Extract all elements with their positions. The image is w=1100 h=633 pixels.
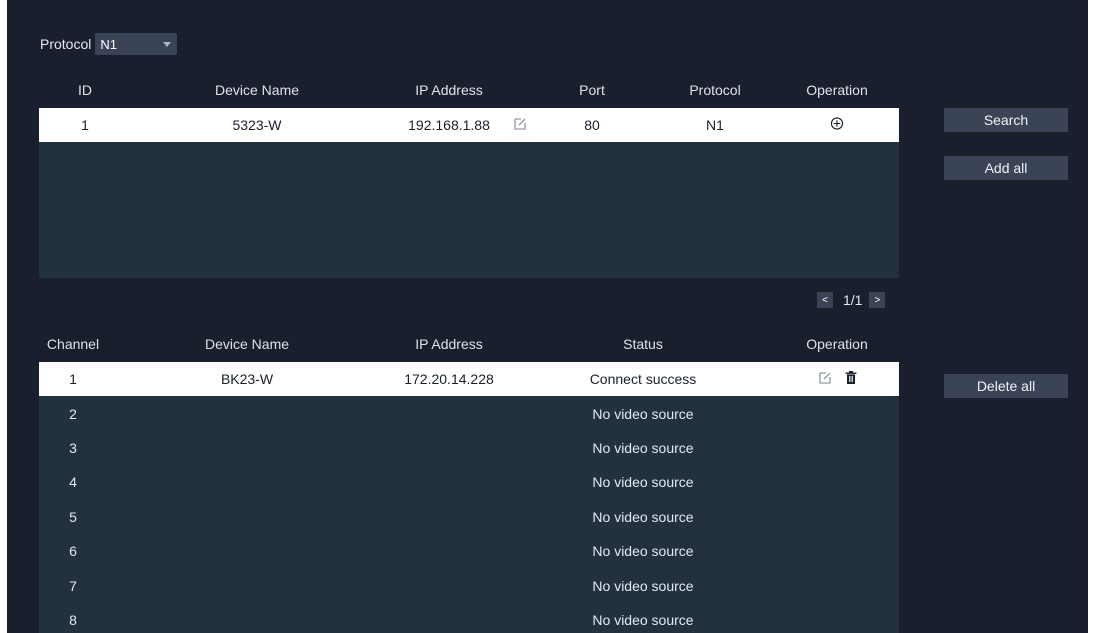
cell-status: No video source <box>592 439 694 456</box>
table-row[interactable]: 2 No video source <box>39 396 899 430</box>
search-table-header: ID Device Name IP Address Port Protocol … <box>39 72 899 108</box>
header-protocol: Protocol <box>689 82 741 98</box>
cell-channel: 1 <box>69 371 77 388</box>
table-row[interactable]: 1 5323-W 192.168.1.88 80 N1 <box>39 108 899 143</box>
cell-ip-address: 172.20.14.228 <box>404 371 494 388</box>
cell-channel: 8 <box>69 611 77 628</box>
table-row[interactable]: 1 BK23-W 172.20.14.228 Connect success <box>39 362 899 397</box>
header-id: ID <box>78 82 92 98</box>
cell-status: No video source <box>592 508 694 525</box>
prev-page-icon: < <box>822 294 828 306</box>
header-operation: Operation <box>806 82 868 98</box>
cell-device-name: BK23-W <box>220 371 274 388</box>
search-button[interactable]: Search <box>944 108 1068 132</box>
table-row[interactable]: 7 No video source <box>39 568 899 602</box>
cell-id: 1 <box>81 117 89 134</box>
trash-icon[interactable] <box>845 371 857 387</box>
cell-status: Connect success <box>589 371 697 388</box>
chevron-down-icon <box>163 41 172 47</box>
edit-icon[interactable] <box>819 371 831 387</box>
protocol-select[interactable]: N1 <box>95 33 178 55</box>
cell-channel: 4 <box>69 474 77 491</box>
add-device-icon[interactable] <box>830 117 844 133</box>
table-row[interactable]: 3 No video source <box>39 431 899 465</box>
pager: < 1/1 > <box>817 292 886 308</box>
header-device-name: Device Name <box>214 82 300 98</box>
next-page-button[interactable]: > <box>869 292 886 308</box>
delete-all-button[interactable]: Delete all <box>944 374 1068 398</box>
header-device-name: Device Name <box>204 336 290 352</box>
cell-channel: 6 <box>69 543 77 560</box>
cell-port: 80 <box>584 117 600 134</box>
channel-table-body: 1 BK23-W 172.20.14.228 Connect success 2… <box>39 362 899 633</box>
cell-status: No video source <box>592 543 694 560</box>
cell-protocol: N1 <box>706 117 724 134</box>
search-result-table: ID Device Name IP Address Port Protocol … <box>39 72 899 278</box>
cell-status: No video source <box>592 611 694 628</box>
table-row[interactable]: 4 No video source <box>39 465 899 499</box>
header-ip-address: IP Address <box>415 82 483 98</box>
cell-channel: 5 <box>69 508 77 525</box>
cell-device-name: 5323-W <box>232 117 282 134</box>
app-window: Protocol N1 ID Device Name IP Address Po… <box>7 0 1088 633</box>
cell-channel: 2 <box>69 405 77 422</box>
header-ip-address: IP Address <box>415 336 483 352</box>
protocol-filter: Protocol N1 <box>40 33 178 55</box>
edit-ip-icon[interactable] <box>514 117 526 133</box>
prev-page-button[interactable]: < <box>817 292 833 308</box>
header-operation: Operation <box>806 336 868 352</box>
header-channel: Channel <box>46 336 100 352</box>
channel-table: Channel Device Name IP Address Status Op… <box>39 326 899 633</box>
header-status: Status <box>623 336 663 352</box>
cell-status: No video source <box>592 474 694 491</box>
cell-status: No video source <box>592 577 694 594</box>
channel-table-header: Channel Device Name IP Address Status Op… <box>39 326 899 362</box>
cell-status: No video source <box>592 405 694 422</box>
cell-ip-address: 192.168.1.88 <box>408 117 490 134</box>
add-all-button[interactable]: Add all <box>944 156 1068 180</box>
next-page-icon: > <box>874 294 881 306</box>
table-row[interactable]: 8 No video source <box>39 603 899 633</box>
cell-channel: 7 <box>69 577 77 594</box>
table-row[interactable]: 5 No video source <box>39 500 899 534</box>
search-table-body: 1 5323-W 192.168.1.88 80 N1 <box>39 108 899 278</box>
page-indicator: 1/1 <box>843 292 863 308</box>
cell-channel: 3 <box>69 439 77 456</box>
protocol-label: Protocol <box>40 36 92 52</box>
protocol-select-value: N1 <box>100 36 117 52</box>
header-port: Port <box>579 82 605 98</box>
table-row[interactable]: 6 No video source <box>39 534 899 568</box>
